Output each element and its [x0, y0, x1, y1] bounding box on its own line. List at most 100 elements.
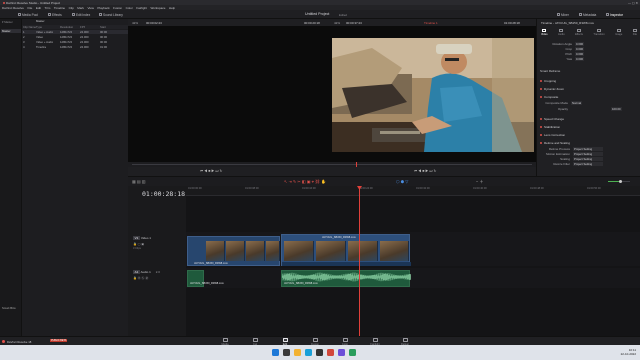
pool-column-header[interactable]: Type [36, 25, 42, 29]
transform-value-field[interactable]: 0.000 [575, 41, 584, 46]
start-icon[interactable] [272, 349, 279, 356]
timeline-name-dropdown[interactable]: Timeline 1 [424, 21, 438, 25]
audio-clip-1[interactable]: JAYCUG_SB150_R3W8.mov [187, 270, 224, 287]
audio-track-header[interactable]: A1 Audio 1 2.0 🔒 Ⓡ Ⓢ Ⓜ [133, 270, 186, 280]
menu-item-color[interactable]: Color [126, 6, 133, 10]
video-clip-2[interactable]: JAYCUG_SB150_R3W8.mov [281, 234, 411, 266]
transform-value-field[interactable]: 0.000 [575, 51, 584, 56]
smart-reframe-row[interactable]: Smart Reframe [540, 68, 638, 73]
sound-library-button[interactable]: Sound Library [99, 12, 123, 17]
menu-item-playback[interactable]: Playback [97, 6, 109, 10]
section-enable-icon[interactable] [540, 87, 542, 90]
inspector-tab-file[interactable]: File [633, 29, 637, 36]
audio-track-controls[interactable]: 🔒 Ⓡ Ⓢ Ⓜ [133, 276, 186, 280]
program-zoom[interactable]: 42% [334, 21, 340, 25]
transform-value-field[interactable]: 0.000 [575, 46, 584, 51]
pool-column-header[interactable]: Resolution [60, 25, 73, 29]
inspector-section-speed-change[interactable]: Speed Change [540, 116, 638, 121]
inspector-section-composite[interactable]: Composite [540, 94, 638, 99]
store-icon[interactable] [316, 349, 323, 356]
inspector-tab-audio[interactable]: Audio [558, 29, 565, 36]
menu-item-view[interactable]: View [87, 6, 93, 10]
inspector-tab-video[interactable]: Video [541, 29, 548, 36]
video-track-controls[interactable]: 🔒 ▢ ▣ [133, 242, 186, 246]
inspector-tab-label: Image [615, 32, 623, 36]
menu-item-fairlight[interactable]: Fairlight [136, 6, 147, 10]
audio-track-id: A1 [133, 270, 140, 274]
sound-library-icon [99, 13, 102, 16]
timeline-zoom-slider[interactable] [608, 180, 630, 183]
media-pool-button[interactable]: Media Pool [18, 12, 38, 17]
menu-item-workspace[interactable]: Workspace [150, 6, 165, 10]
retime-dropdown[interactable]: Project Setting [573, 146, 603, 151]
effects-label: Effects [52, 12, 62, 17]
video-track-header[interactable]: V1 Video 1 🔒 ▢ ▣ 3 Clips [133, 236, 186, 250]
window-controls[interactable]: — ▢ ✕ [628, 1, 638, 5]
mixer-button[interactable]: Mixer [557, 12, 569, 17]
timeline-ruler[interactable]: 01:00:00:00 01:00:08:00 01:00:16:00 01:00:2… [186, 186, 640, 196]
source-zoom[interactable]: 42% [132, 21, 138, 25]
pool-clip-row[interactable]: 4 Timeline 1280x720 24.000 01:00 [22, 45, 128, 49]
zoom-icons[interactable]: − ＋ [476, 179, 483, 185]
section-enable-icon[interactable] [540, 133, 542, 136]
pool-clip-row[interactable]: 3 Video + Audio 1280x720 24.000 00:00 [22, 40, 128, 44]
menu-item-edit[interactable]: Edit [36, 6, 41, 10]
edit-tools[interactable]: ↖ ⇥ ✎ ✂ ◧ ▣ ⌖ ⛓ ✋ [284, 179, 326, 184]
pool-column-header[interactable]: FPS [80, 25, 85, 29]
inspector-tab-image[interactable]: Image [615, 29, 622, 36]
menu-item-davinci-resolve[interactable]: DaVinci Resolve [2, 6, 24, 10]
inspector-section-dynamic-zoom[interactable]: Dynamic Zoom [540, 86, 638, 91]
menu-item-file[interactable]: File [27, 6, 32, 10]
section-enable-icon[interactable] [540, 141, 542, 144]
file-explorer-icon[interactable] [294, 349, 301, 356]
edge-icon[interactable] [305, 349, 312, 356]
inspector-button[interactable]: Inspector [606, 12, 623, 17]
section-enable-icon[interactable] [540, 117, 542, 120]
inspector-section-lens-correction[interactable]: Lens Correction [540, 132, 638, 137]
app-icon[interactable] [338, 349, 345, 356]
search-icon[interactable] [283, 349, 290, 356]
audio-clip-2[interactable]: JAYCUG_SB150_R3W8.mov [281, 270, 411, 287]
metadata-button[interactable]: Metadata [579, 12, 596, 17]
inspector-section-cropping[interactable]: Cropping [540, 78, 638, 83]
inspector-tab-transition[interactable]: Transition [593, 29, 605, 36]
media-pool-label: Media Pool [22, 12, 38, 17]
section-enable-icon[interactable] [540, 79, 542, 82]
edit-index-button[interactable]: Edit Index [72, 12, 90, 17]
smart-bins-label[interactable]: Smart Bins [2, 306, 16, 310]
transform-value-field[interactable]: 0.000 [575, 56, 584, 61]
retime-dropdown[interactable]: Project Setting [573, 161, 603, 166]
menu-item-clip[interactable]: Clip [69, 6, 74, 10]
retime-dropdown[interactable]: Project Setting [573, 156, 603, 161]
pool-cell: 24.000 [80, 30, 89, 34]
audio-clip-2-name: JAYCUG_SB150_R3W8.mov [284, 282, 318, 285]
menu-item-timeline[interactable]: Timeline [54, 6, 65, 10]
pool-clip-row[interactable]: 1 Video + Audio 1280x720 24.000 00:00 [22, 30, 128, 34]
source-transport[interactable]: ⏮ ◀ ■ ▶ ⏭ ↻ [200, 169, 222, 173]
layout-icons[interactable]: ▦ ▤ ▥ [132, 179, 146, 184]
menu-item-help[interactable]: Help [169, 6, 175, 10]
inspector-section-retime-and-scaling[interactable]: Retime and Scaling [540, 140, 638, 145]
pool-clip-row[interactable]: 2 Video 1280x720 24.000 00:00 [22, 35, 128, 39]
pool-column-header[interactable]: Clip Name [23, 25, 36, 29]
inspector-section-stabilization[interactable]: Stabilization [540, 124, 638, 129]
app-icon[interactable] [349, 349, 356, 356]
composite-value-field[interactable]: 100.00 [611, 106, 622, 111]
resolve-taskbar-icon[interactable] [327, 349, 334, 356]
inspector-tab-effects[interactable]: Effects [575, 29, 583, 36]
menu-item-trim[interactable]: Trim [44, 6, 50, 10]
composite-value-field[interactable]: Normal [571, 100, 583, 105]
transform-label: Yaw [566, 56, 572, 61]
menu-item-mark[interactable]: Mark [77, 6, 84, 10]
section-enable-icon[interactable] [540, 95, 542, 98]
section-enable-icon[interactable] [540, 125, 542, 128]
pool-column-header[interactable]: Start [100, 25, 106, 29]
snap-tools[interactable]: ⬡ ⬢ ▽ [396, 179, 408, 184]
retime-dropdown[interactable]: Project Setting [573, 151, 603, 156]
program-transport[interactable]: ⏮ ◀ ■ ▶ ⏭ ↻ [414, 169, 436, 173]
menu-item-fusion[interactable]: Fusion [113, 6, 122, 10]
video-clip-1[interactable]: JAYCUG_SB150_R3W8.mov [187, 236, 280, 266]
master-bin-item[interactable]: Master [1, 29, 21, 33]
effects-button[interactable]: Effects [48, 12, 62, 17]
timeline-playhead[interactable] [359, 186, 360, 336]
